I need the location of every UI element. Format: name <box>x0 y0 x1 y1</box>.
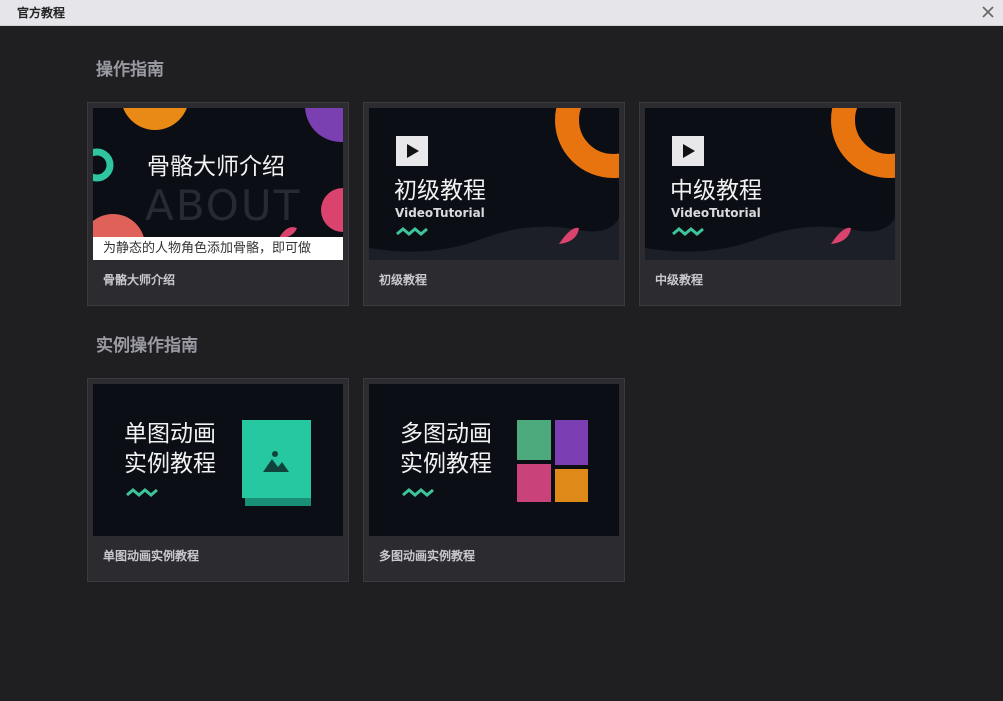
tutorial-card-single-image[interactable]: 单图动画 实例教程 单图动画实例教程 <box>87 378 349 582</box>
wave-icon <box>672 227 704 236</box>
wave-icon <box>396 227 428 236</box>
section-title-examples: 实例操作指南 <box>96 336 198 356</box>
thumbnail-subtitle: VideoTutorial <box>395 206 485 220</box>
window-titlebar: 官方教程 <box>0 0 1003 26</box>
tutorial-card-intro[interactable]: ABOUT 骨骼大师介绍 为静态的人物角色添加骨骼，即可做 骨骼大师介绍 <box>87 102 349 306</box>
card-thumbnail: 初级教程 VideoTutorial <box>369 108 619 260</box>
thumbnail-heading-line2: 实例教程 <box>124 451 216 477</box>
thumbnail-caption: 为静态的人物角色添加骨骼，即可做 <box>93 237 343 260</box>
tutorial-panel: 操作指南 ABOUT 骨骼大师介绍 为静态的人物角色添加骨骼，即可做 骨骼大师介… <box>0 26 1003 701</box>
play-icon <box>672 136 704 166</box>
tutorial-card-multi-image[interactable]: 多图动画 实例教程 多图动画实例教程 <box>363 378 625 582</box>
thumbnail-heading-line1: 单图动画 <box>124 421 216 447</box>
card-label: 单图动画实例教程 <box>103 549 200 563</box>
window-title: 官方教程 <box>17 6 66 20</box>
close-icon[interactable] <box>979 3 997 21</box>
thumbnail-heading: 初级教程 <box>394 178 486 204</box>
card-label: 多图动画实例教程 <box>379 549 476 563</box>
thumbnail-heading: 骨骼大师介绍 <box>147 154 285 180</box>
play-icon <box>396 136 428 166</box>
wave-icon <box>126 488 158 497</box>
card-label: 初级教程 <box>379 273 428 287</box>
card-thumbnail: 单图动画 实例教程 <box>93 384 343 536</box>
thumbnail-subtitle: VideoTutorial <box>671 206 761 220</box>
card-thumbnail: ABOUT 骨骼大师介绍 为静态的人物角色添加骨骼，即可做 <box>93 108 343 260</box>
about-watermark: ABOUT <box>145 181 302 230</box>
wave-icon <box>402 488 434 497</box>
thumbnail-heading-line2: 实例教程 <box>400 451 492 477</box>
card-thumbnail: 多图动画 实例教程 <box>369 384 619 536</box>
tutorial-card-beginner[interactable]: 初级教程 VideoTutorial 初级教程 <box>363 102 625 306</box>
thumbnail-heading: 中级教程 <box>670 178 762 204</box>
thumbnail-heading-line1: 多图动画 <box>400 421 492 447</box>
card-label: 中级教程 <box>655 273 704 287</box>
card-label: 骨骼大师介绍 <box>103 273 176 287</box>
card-thumbnail: 中级教程 VideoTutorial <box>645 108 895 260</box>
section-title-guide: 操作指南 <box>96 60 164 80</box>
tutorial-card-intermediate[interactable]: 中级教程 VideoTutorial 中级教程 <box>639 102 901 306</box>
